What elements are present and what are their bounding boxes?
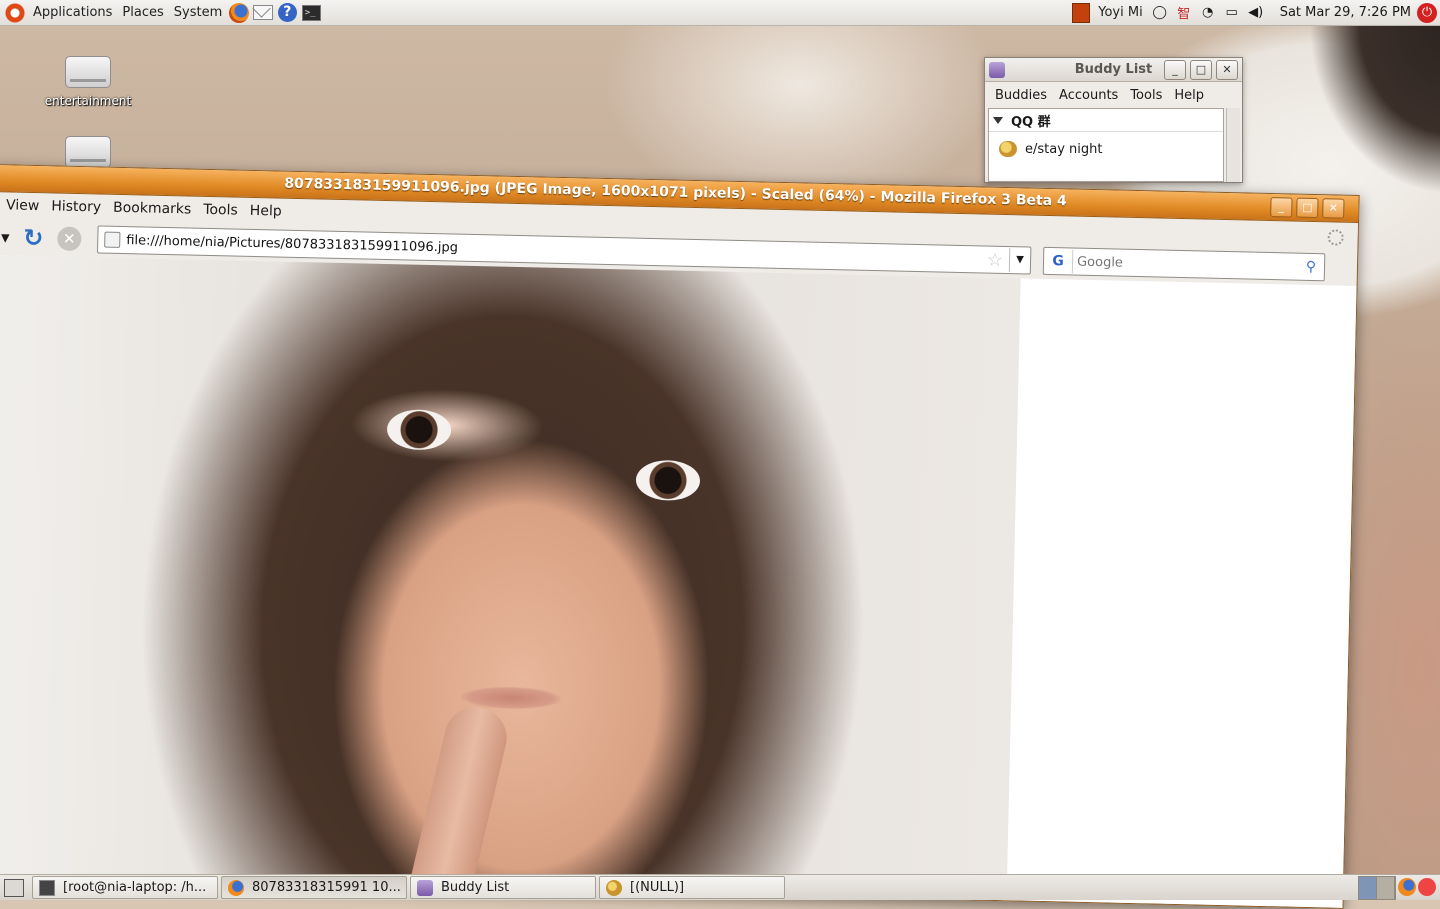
task-label: [root@nia-laptop: /h... <box>63 880 207 895</box>
history-dropdown-icon[interactable]: ▼ <box>0 231 15 244</box>
menu-buddies[interactable]: Buddies <box>989 88 1053 103</box>
task-label: Buddy List <box>441 880 510 895</box>
clock[interactable]: Sat Mar 29, 7:26 PM <box>1268 5 1417 20</box>
search-icon[interactable]: ⚲ <box>1302 258 1320 276</box>
drive-icon <box>65 136 111 168</box>
terminal-icon: >_ <box>301 4 321 21</box>
minimize-button[interactable]: _ <box>1164 60 1186 80</box>
ime-tray[interactable] <box>1072 2 1091 23</box>
group-label: QQ 群 <box>1011 114 1051 130</box>
pidgin-icon <box>417 879 433 896</box>
buddy-list-window: Buddy List _ □ ✕ Buddies Accounts Tools … <box>984 57 1243 183</box>
url-dropdown-button[interactable]: ▼ <box>1008 248 1031 273</box>
page-content <box>0 254 1357 909</box>
mail-launcher[interactable] <box>252 2 274 24</box>
bookmark-star-icon[interactable]: ☆ <box>987 249 1004 270</box>
maximize-button[interactable]: □ <box>1190 60 1212 80</box>
power-icon[interactable]: ⏻ <box>1417 2 1437 23</box>
mail-icon <box>253 5 274 20</box>
system-tray: Yoyi Mi ◯ 智 ◔ ▭ ◀) Sat Mar 29, 7:26 PM ⏻ <box>1069 0 1440 25</box>
bottom-panel: [root@nia-laptop: /h... 80783318315991 1… <box>0 874 1440 900</box>
desktop-icon-label: entertainment <box>44 94 132 108</box>
workspace-2[interactable] <box>1377 877 1395 899</box>
drive-icon <box>65 56 111 88</box>
firefox-icon <box>229 2 250 23</box>
taskbar-item-buddy-list[interactable]: Buddy List <box>410 876 596 899</box>
menu-help[interactable]: Help <box>1168 88 1210 103</box>
desktop-icon-entertainment[interactable]: entertainment <box>40 56 136 108</box>
display-icon[interactable]: ▭ <box>1223 4 1241 22</box>
reload-button[interactable]: ↻ <box>21 224 46 252</box>
buddy-list-scrollbar[interactable] <box>1226 108 1240 182</box>
photo-detail <box>386 409 452 451</box>
search-bar: G ⚲ <box>1042 246 1326 282</box>
photo-detail <box>635 459 701 502</box>
help-icon: ? <box>277 3 297 22</box>
search-engine-icon[interactable]: G <box>1043 248 1074 274</box>
close-button[interactable]: ✕ <box>1322 198 1345 219</box>
menu-tools[interactable]: Tools <box>1124 88 1168 103</box>
menu-applications[interactable]: Applications <box>28 0 117 25</box>
expander-icon[interactable] <box>993 116 1003 124</box>
menu-history[interactable]: History <box>45 198 107 215</box>
task-label: 80783318315991 10... <box>252 880 401 895</box>
search-input[interactable] <box>1072 253 1303 276</box>
network-status-icon[interactable]: ◔ <box>1199 4 1217 22</box>
user-name[interactable]: Yoyi Mi <box>1093 0 1147 25</box>
task-label: [(NULL)] <box>630 880 685 895</box>
bottom-tray <box>1396 878 1436 896</box>
workspace-1[interactable] <box>1359 877 1377 899</box>
firefox-launcher[interactable] <box>228 2 250 24</box>
volume-icon[interactable]: ◀) <box>1247 4 1265 22</box>
taskbar-item-firefox[interactable]: 80783318315991 10... <box>221 876 407 899</box>
page-icon <box>104 231 121 248</box>
buddy-list-titlebar[interactable]: Buddy List _ □ ✕ <box>985 58 1242 82</box>
help-launcher[interactable]: ? <box>276 2 298 24</box>
chat-status-icon[interactable]: ◯ <box>1151 4 1169 22</box>
buddy-row[interactable]: e/stay night <box>989 132 1223 166</box>
close-button[interactable]: ✕ <box>1216 60 1238 80</box>
firefox-window: 807833183159911096.jpg (JPEG Image, 1600… <box>0 164 1360 909</box>
ime-char-icon[interactable]: 智 <box>1175 4 1193 22</box>
menu-help[interactable]: Help <box>244 203 288 220</box>
buddy-list-menubar: Buddies Accounts Tools Help <box>985 82 1242 108</box>
minimize-button[interactable]: _ <box>1270 197 1293 218</box>
buddy-tree: QQ 群 e/stay night <box>988 108 1224 182</box>
firefox-icon <box>228 879 244 896</box>
workspace-switcher[interactable] <box>1358 876 1396 900</box>
terminal-icon <box>39 879 55 896</box>
trash-icon[interactable] <box>1418 878 1436 896</box>
buddy-group[interactable]: QQ 群 <box>989 109 1223 132</box>
menu-bookmarks[interactable]: Bookmarks <box>107 200 198 218</box>
menu-accounts[interactable]: Accounts <box>1053 88 1124 103</box>
taskbar-item-null[interactable]: [(NULL)] <box>599 876 785 899</box>
stop-button[interactable]: ✕ <box>57 226 82 252</box>
taskbar-item-terminal[interactable]: [root@nia-laptop: /h... <box>32 876 218 899</box>
qq-icon <box>606 879 622 896</box>
input-method-icon <box>1072 2 1091 23</box>
terminal-launcher[interactable]: >_ <box>300 2 322 24</box>
menu-places[interactable]: Places <box>117 0 168 25</box>
firefox-icon[interactable] <box>1398 878 1416 896</box>
menu-view[interactable]: View <box>0 197 45 214</box>
buddy-avatar-icon <box>999 141 1017 157</box>
ubuntu-logo-icon[interactable] <box>5 2 25 23</box>
displayed-photo[interactable] <box>0 254 1021 909</box>
maximize-button[interactable]: □ <box>1296 197 1319 219</box>
top-panel: Applications Places System ? >_ Yoyi Mi … <box>0 0 1440 26</box>
buddy-name: e/stay night <box>1025 141 1103 157</box>
menu-system[interactable]: System <box>169 0 227 25</box>
menu-tools[interactable]: Tools <box>197 202 244 219</box>
show-desktop-icon[interactable] <box>4 878 24 897</box>
